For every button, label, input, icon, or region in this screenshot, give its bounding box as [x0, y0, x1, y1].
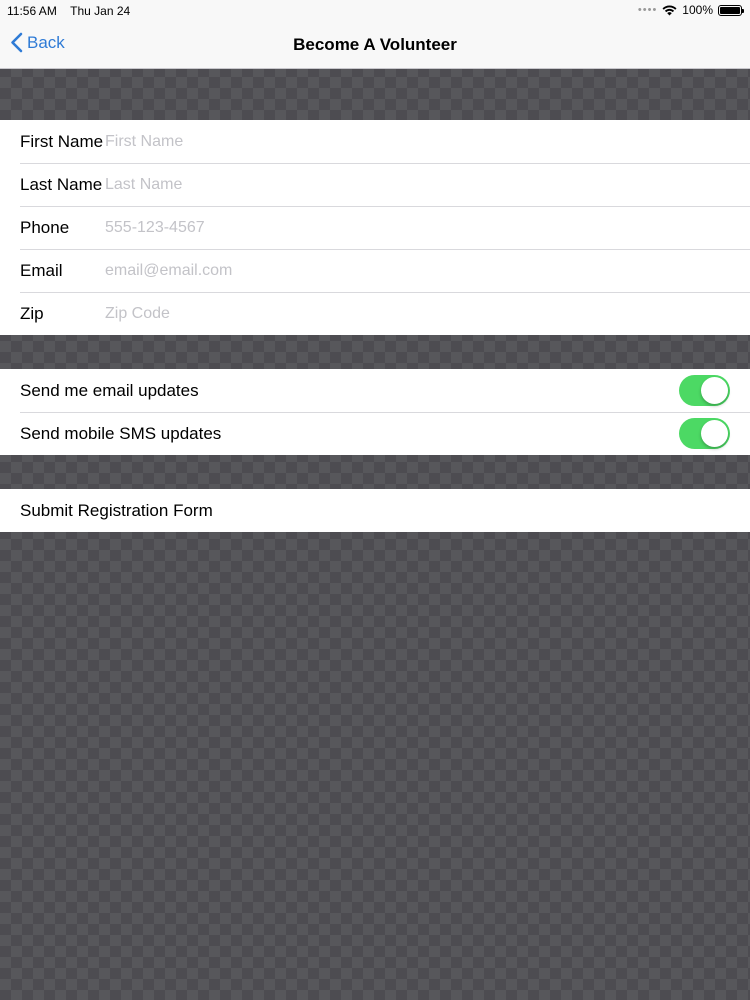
phone-label: Phone [20, 217, 70, 237]
cellular-dots-icon: •••• [637, 4, 658, 16]
first-name-label: First Name [20, 131, 104, 151]
zip-input[interactable] [105, 298, 705, 329]
navigation-bar: Back Become A Volunteer [0, 22, 750, 68]
form-row-email: Email [0, 249, 750, 292]
form-row-first-name: First Name [0, 120, 750, 163]
last-name-input[interactable] [105, 169, 705, 200]
sms-updates-label: Send mobile SMS updates [20, 423, 222, 443]
status-bar: 11:56 AM Thu Jan 24 •••• 100% [0, 0, 750, 22]
email-label: Email [20, 260, 63, 280]
submit-registration-button[interactable]: Submit Registration Form [0, 489, 750, 532]
status-date: Thu Jan 24 [70, 4, 131, 18]
email-updates-label: Send me email updates [20, 380, 199, 400]
email-input[interactable] [105, 255, 705, 286]
battery-icon [718, 4, 744, 16]
notification-settings: Send me email updates Send mobile SMS up… [0, 369, 750, 455]
form-row-last-name: Last Name [0, 163, 750, 206]
toggle-row-email-updates: Send me email updates [0, 369, 750, 412]
zip-label: Zip [20, 303, 44, 323]
submit-row: Submit Registration Form [0, 489, 750, 532]
first-name-input[interactable] [105, 126, 705, 157]
email-updates-toggle[interactable] [679, 375, 730, 406]
last-name-label: Last Name [20, 174, 103, 194]
status-time: 11:56 AM [7, 4, 57, 18]
sms-updates-toggle[interactable] [679, 418, 730, 449]
form-row-phone: Phone [0, 206, 750, 249]
form-row-zip: Zip [0, 292, 750, 335]
toggle-row-sms-updates: Send mobile SMS updates [0, 412, 750, 455]
toggle-knob [701, 377, 728, 404]
submit-label: Submit Registration Form [20, 500, 213, 520]
phone-input[interactable] [105, 212, 705, 243]
battery-percent: 100% [682, 3, 713, 17]
wifi-icon [662, 5, 677, 15]
contact-form: First Name Last Name Phone Email Zip [0, 120, 750, 335]
top-bar: 11:56 AM Thu Jan 24 •••• 100% Back Becom… [0, 0, 750, 69]
page-title: Become A Volunteer [293, 35, 457, 54]
toggle-knob [701, 420, 728, 447]
